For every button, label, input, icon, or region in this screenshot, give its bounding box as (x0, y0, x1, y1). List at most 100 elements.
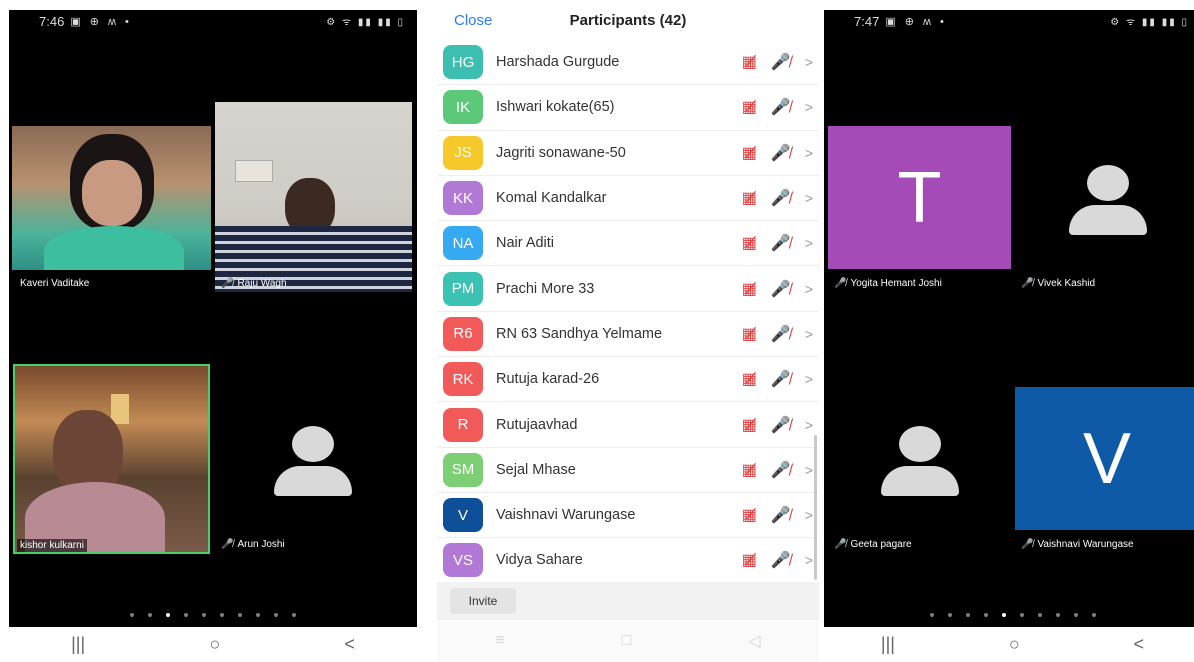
chevron-right-icon[interactable]: > (805, 99, 813, 115)
page-dot[interactable] (130, 613, 134, 617)
participant-row[interactable]: R Rutujaavhad ▦̸ 🎤̸ > (437, 402, 819, 448)
chevron-right-icon[interactable]: > (805, 54, 813, 70)
participant-name: Vaishnavi Warungase (1037, 539, 1134, 550)
participant-row[interactable]: HG Harshada Gurgude ▦̸ 🎤̸ > (437, 40, 819, 86)
participant-row[interactable]: RK Rutuja karad-26 ▦̸ 🎤̸ > (437, 357, 819, 403)
invite-button[interactable]: Invite (450, 588, 516, 614)
chevron-right-icon[interactable]: > (805, 552, 813, 568)
participant-name: Vivek Kashid (1037, 278, 1096, 289)
participant-avatar: KK (443, 181, 483, 216)
participant-name: Ishwari kokate(65) (496, 99, 615, 116)
initial-avatar-tile[interactable]: T (828, 126, 1011, 269)
mic-muted-icon: 🎤̸ (770, 371, 791, 389)
android-nav-bar: ||| ○ < (9, 627, 417, 662)
participant-row[interactable]: JS Jagriti sonawane-50 ▦̸ 🎤̸ > (437, 131, 819, 176)
page-dot[interactable] (929, 613, 934, 617)
page-dot[interactable] (1073, 613, 1078, 617)
video-tile[interactable] (12, 126, 211, 270)
participant-row[interactable]: IK Ishwari kokate(65) ▦̸ 🎤̸ > (437, 85, 819, 131)
chevron-right-icon[interactable]: > (805, 326, 813, 342)
video-tile[interactable] (215, 102, 412, 292)
page-dot[interactable] (1037, 613, 1042, 617)
status-right-icons: ⚙ ᯤ ▮▮ ▮▮ ▯ (1110, 17, 1189, 28)
right-phone-screen: 7:47 ▣ ⊕ ʍ • ⚙ ᯤ ▮▮ ▮▮ ▯ T 🎤̸ Yogita Hem… (824, 10, 1194, 662)
left-phone-screen: 7:46 ▣ ⊕ ʍ • ⚙ ᯤ ▮▮ ▮▮ ▯ Kaveri Vaditake… (9, 10, 417, 662)
status-bar: 7:46 ▣ ⊕ ʍ • ⚙ ᯤ ▮▮ ▮▮ ▯ (9, 10, 417, 32)
chevron-right-icon[interactable]: > (805, 462, 813, 478)
participants-header: Close Participants (42) (437, 0, 819, 40)
chevron-right-icon[interactable]: > (805, 507, 813, 523)
participant-row[interactable]: SM Sejal Mhase ▦̸ 🎤̸ > (437, 448, 819, 493)
mic-muted-icon: 🎤̸ (1021, 278, 1034, 289)
participant-row[interactable]: KK Komal Kandalkar ▦̸ 🎤̸ > (437, 176, 819, 222)
page-dot[interactable] (202, 613, 206, 617)
page-dot[interactable] (983, 613, 988, 617)
page-dot[interactable] (238, 613, 242, 617)
page-dot[interactable] (1091, 613, 1096, 617)
back-icon[interactable]: ◁ (748, 631, 760, 651)
participant-name: Arun Joshi (237, 539, 285, 550)
page-dot[interactable] (274, 613, 278, 617)
participant-row[interactable]: VS Vidya Sahare ▦̸ 🎤̸ > (437, 538, 819, 584)
recents-icon[interactable]: ≡ (495, 632, 504, 650)
participant-name: Jagriti sonawane-50 (496, 144, 626, 161)
chevron-right-icon[interactable]: > (805, 417, 813, 433)
participant-name: RN 63 Sandhya Yelmame (496, 325, 663, 342)
page-dot[interactable] (256, 613, 260, 617)
chevron-right-icon[interactable]: > (805, 281, 813, 297)
recents-icon[interactable]: ||| (71, 634, 85, 655)
back-icon[interactable]: < (344, 634, 355, 655)
page-dot[interactable] (1019, 613, 1024, 617)
status-icons: ▣ ⊕ ʍ • (70, 15, 132, 28)
tile-name-label: 🎤̸ Vaishnavi Warungase (1021, 539, 1134, 550)
participant-row[interactable]: PM Prachi More 33 ▦̸ 🎤̸ > (437, 266, 819, 312)
mic-muted-icon: 🎤̸ (770, 144, 791, 162)
page-dot[interactable] (220, 613, 224, 617)
page-dot[interactable] (292, 613, 296, 617)
page-dot[interactable] (1055, 613, 1060, 617)
video-off-icon: ▦̸ (741, 461, 757, 479)
participant-avatar: HG (443, 45, 483, 80)
participant-name: Geeta pagare (850, 539, 912, 550)
video-off-icon: ▦̸ (741, 280, 757, 298)
chevron-right-icon[interactable]: > (805, 371, 813, 387)
page-dot[interactable] (947, 613, 952, 617)
initial-avatar-tile[interactable]: V (1015, 387, 1194, 530)
invite-bar: Invite (437, 582, 819, 620)
status-time: 7:47 (854, 13, 880, 29)
chevron-right-icon[interactable]: > (805, 235, 813, 251)
page-indicator[interactable] (824, 613, 1194, 617)
home-icon[interactable]: □ (622, 632, 632, 650)
tile-name-label: Kaveri Vaditake (20, 278, 89, 289)
page-dot-active[interactable] (166, 613, 170, 617)
close-button[interactable]: Close (454, 12, 492, 29)
mic-muted-icon: 🎤̸ (770, 461, 791, 479)
home-icon[interactable]: ○ (1009, 634, 1020, 655)
page-dot-active[interactable] (1001, 613, 1006, 617)
recents-icon[interactable]: ||| (881, 634, 895, 655)
video-tile-active-speaker[interactable] (13, 364, 210, 554)
participant-row[interactable]: V Vaishnavi Warungase ▦̸ 🎤̸ > (437, 493, 819, 539)
video-off-icon: ▦̸ (741, 190, 757, 208)
chevron-right-icon[interactable]: > (805, 190, 813, 206)
video-off-icon: ▦̸ (741, 99, 757, 117)
scrollbar[interactable] (814, 435, 817, 580)
page-dot[interactable] (148, 613, 152, 617)
tile-name-label: 🎤̸ Vivek Kashid (1021, 278, 1095, 289)
page-indicator[interactable] (9, 613, 417, 617)
participant-row[interactable]: R6 RN 63 Sandhya Yelmame ▦̸ 🎤̸ > (437, 312, 819, 358)
status-time: 7:46 (39, 13, 65, 29)
mic-muted-icon: 🎤̸ (770, 280, 791, 298)
participants-list[interactable]: HG Harshada Gurgude ▦̸ 🎤̸ > IK Ishwari kokate(… (437, 40, 819, 584)
chevron-right-icon[interactable]: > (805, 145, 813, 161)
android-nav-bar: ≡ □ ◁ (437, 620, 819, 662)
participant-row[interactable]: NA Nair Aditi ▦̸ 🎤̸ > (437, 221, 819, 267)
participant-name: Kaveri Vaditake (20, 278, 90, 289)
participant-avatar: JS (443, 135, 483, 170)
participants-screen: Close Participants (42) HG Harshada Gurgu… (437, 0, 819, 662)
home-icon[interactable]: ○ (209, 634, 220, 655)
mic-muted-icon: 🎤̸ (770, 99, 791, 117)
back-icon[interactable]: < (1134, 634, 1145, 655)
page-dot[interactable] (184, 613, 188, 617)
page-dot[interactable] (965, 613, 970, 617)
